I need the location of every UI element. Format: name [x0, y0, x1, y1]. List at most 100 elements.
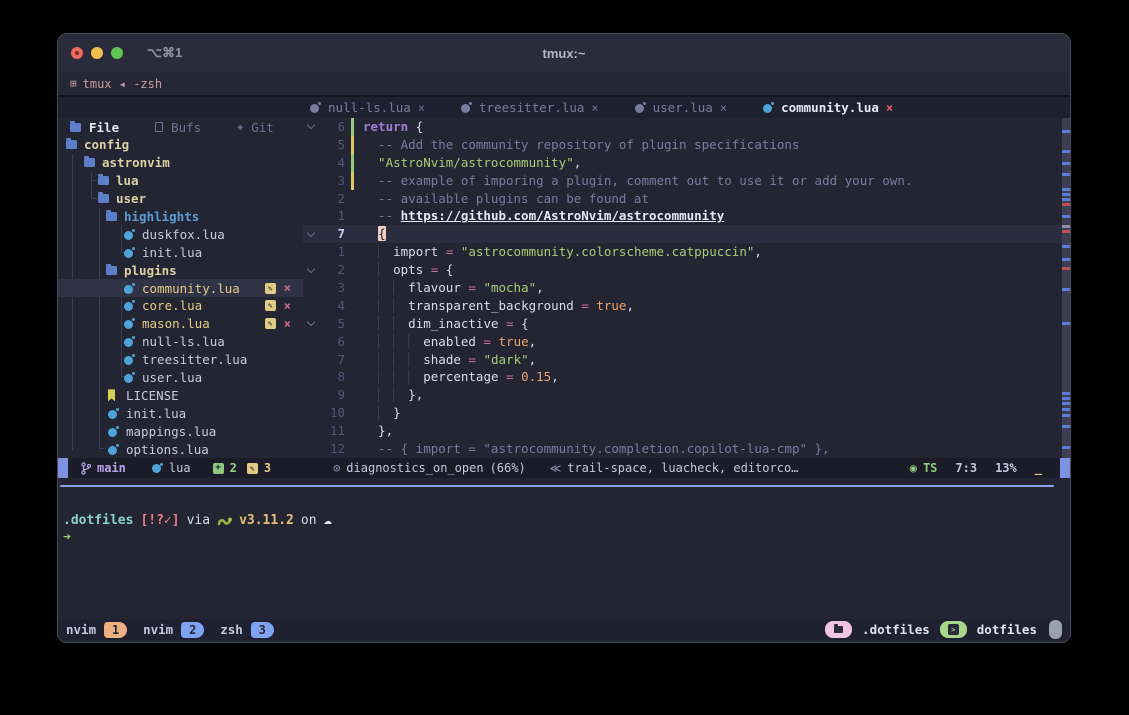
- buffer-tab-treesitter[interactable]: treesitter.lua ×: [461, 100, 599, 115]
- tmux-window-nvim-1[interactable]: nvim1: [66, 622, 127, 638]
- scrollbar-mark-blue: [1062, 188, 1070, 191]
- nvim-statusline: main lua + 2 ✎ 3 ⊙ diagnostics_on_open (…: [58, 458, 1070, 478]
- close-buffer-icon[interactable]: ×: [418, 101, 425, 115]
- modified-pencil-icon: ✎: [265, 283, 276, 294]
- editor-pane[interactable]: 6return {5 -- Add the community reposito…: [303, 118, 1062, 458]
- tmux-window-nvim-2[interactable]: nvim2: [143, 622, 204, 638]
- tree-item-mason-lua[interactable]: mason.lua✎×: [58, 315, 303, 333]
- sidebar-tab-file[interactable]: File: [70, 120, 119, 135]
- tree-item-label: treesitter.lua: [142, 352, 247, 367]
- code-text: ▏ opts = {: [356, 261, 1062, 279]
- code-line[interactable]: 3 ▏ ▏ flavour = "mocha",: [303, 279, 1062, 297]
- buffer-tab-null-ls[interactable]: null-ls.lua ×: [310, 100, 425, 115]
- buffer-tab-label: treesitter.lua: [479, 100, 584, 115]
- code-line[interactable]: 1 ▏ import = "astrocommunity.colorscheme…: [303, 243, 1062, 261]
- scrollbar-mark-blue: [1062, 245, 1070, 248]
- tree-item-duskfox-lua[interactable]: duskfox.lua: [58, 225, 303, 243]
- tree-item-user[interactable]: user: [58, 190, 303, 208]
- tree-item-null-ls-lua[interactable]: null-ls.lua: [58, 333, 303, 351]
- code-line[interactable]: 3 -- example of imporing a plugin, comme…: [303, 172, 1062, 190]
- code-line[interactable]: 8 ▏ ▏ ▏ percentage = 0.15,: [303, 368, 1062, 386]
- git-sign-column: [351, 279, 356, 297]
- fold-column: [303, 333, 319, 351]
- prompt-via: via: [187, 513, 210, 528]
- code-line[interactable]: 2 -- available plugins can be found at: [303, 190, 1062, 208]
- tree-item-init-lua[interactable]: init.lua: [58, 404, 303, 422]
- diagnostics-progress: (66%): [490, 461, 526, 475]
- line-number: 6: [319, 118, 351, 136]
- tree-item-init-lua[interactable]: init.lua: [58, 243, 303, 261]
- scrollbar-mark-gray: [1062, 225, 1070, 228]
- scrollbar-mark-blue: [1062, 425, 1070, 428]
- code-line[interactable]: 4 "AstroNvim/astrocommunity",: [303, 154, 1062, 172]
- sidebar-tab-git[interactable]: ◈ Git: [237, 120, 274, 135]
- tree-item-LICENSE[interactable]: LICENSE: [58, 386, 303, 404]
- tree-item-plugins[interactable]: plugins: [58, 261, 303, 279]
- code-text: ▏ ▏ ▏ enabled = true,: [356, 333, 1062, 351]
- code-line[interactable]: 9 ▏ ▏ },: [303, 386, 1062, 404]
- file-icon: [155, 122, 163, 132]
- iterm-tab-label[interactable]: tmux ◂ -zsh: [83, 77, 162, 91]
- tmux-window-zsh-3[interactable]: zsh3: [220, 622, 274, 638]
- close-buffer-icon[interactable]: ×: [886, 101, 893, 115]
- fold-column[interactable]: [303, 261, 319, 279]
- fold-column: [303, 154, 319, 172]
- close-buffer-icon[interactable]: ×: [720, 101, 727, 115]
- line-number: 3: [319, 279, 351, 297]
- prompt-git-status: [!?✓]: [140, 513, 179, 528]
- tree-item-config[interactable]: config: [58, 136, 303, 154]
- sidebar-tab-bufs[interactable]: Bufs: [155, 120, 201, 135]
- diagnostics-status[interactable]: ⊙ diagnostics_on_open (66%): [333, 461, 526, 475]
- scrollbar-mark-blue: [1062, 408, 1070, 411]
- fold-column[interactable]: [303, 225, 319, 243]
- buffer-tab-label: community.lua: [781, 100, 879, 115]
- git-sign-column: [351, 154, 356, 172]
- code-line[interactable]: 4 ▏ ▏ transparent_background = true,: [303, 297, 1062, 315]
- dotfiles-folder-badge: [825, 621, 852, 638]
- fold-column[interactable]: [303, 315, 319, 333]
- close-buffer-icon[interactable]: ×: [284, 281, 291, 295]
- fold-column[interactable]: [303, 118, 319, 136]
- git-sign-chg: [351, 136, 354, 154]
- code-line[interactable]: 7 ▏ ▏ ▏ shade = "dark",: [303, 351, 1062, 369]
- code-line[interactable]: 10 ▏ }: [303, 404, 1062, 422]
- tree-item-community-lua[interactable]: community.lua✎×: [58, 279, 303, 297]
- code-line[interactable]: 1 -- https://github.com/AstroNvim/astroc…: [303, 207, 1062, 225]
- tree-item-label: user: [116, 191, 146, 206]
- git-sign-column: [351, 190, 356, 208]
- tree-item-options-lua[interactable]: options.lua: [58, 440, 303, 458]
- buffer-tab-user[interactable]: user.lua ×: [635, 100, 727, 115]
- tree-item-core-lua[interactable]: core.lua✎×: [58, 297, 303, 315]
- editor-scrollbar[interactable]: [1062, 118, 1070, 458]
- tree-item-treesitter-lua[interactable]: treesitter.lua: [58, 351, 303, 369]
- code-line[interactable]: 5 -- Add the community repository of plu…: [303, 136, 1062, 154]
- code-line-current[interactable]: 7 {: [303, 225, 1062, 243]
- buffer-tab-community-active[interactable]: community.lua ×: [763, 100, 893, 115]
- lsp-clients-icon: ≪: [550, 462, 562, 475]
- code-line[interactable]: 6return {: [303, 118, 1062, 136]
- close-buffer-icon[interactable]: ×: [284, 299, 291, 313]
- tree-item-mappings-lua[interactable]: mappings.lua: [58, 422, 303, 440]
- session-icon: ⊞: [70, 77, 77, 90]
- tree-item-user-lua[interactable]: user.lua: [58, 369, 303, 387]
- code-line[interactable]: 11 },: [303, 422, 1062, 440]
- line-number: 7: [319, 225, 351, 243]
- code-line[interactable]: 6 ▏ ▏ ▏ enabled = true,: [303, 333, 1062, 351]
- tree-item-lua[interactable]: lua: [58, 172, 303, 190]
- code-line[interactable]: 5 ▏ ▏ dim_inactive = {: [303, 315, 1062, 333]
- iterm-tab-bar[interactable]: ⊞ tmux ◂ -zsh: [58, 72, 1070, 97]
- line-number: 2: [319, 261, 351, 279]
- git-branch[interactable]: main: [81, 461, 126, 475]
- code-line[interactable]: 2 ▏ opts = {: [303, 261, 1062, 279]
- git-sign-column: [351, 422, 356, 440]
- git-sign-column: [351, 386, 356, 404]
- code-line[interactable]: 12 -- { import = "astrocommunity.complet…: [303, 440, 1062, 458]
- close-buffer-icon[interactable]: ×: [591, 101, 598, 115]
- prompt-arrow[interactable]: ➜: [63, 530, 1070, 548]
- close-buffer-icon[interactable]: ×: [284, 317, 291, 331]
- tree-item-astronvim[interactable]: astronvim: [58, 154, 303, 172]
- fold-column: [303, 404, 319, 422]
- code-text: {: [356, 225, 1062, 243]
- tree-item-highlights[interactable]: highlights: [58, 208, 303, 226]
- shell-pane[interactable]: .dotfiles [!?✓] via v3.11.2 on ☁ ➜: [58, 487, 1070, 619]
